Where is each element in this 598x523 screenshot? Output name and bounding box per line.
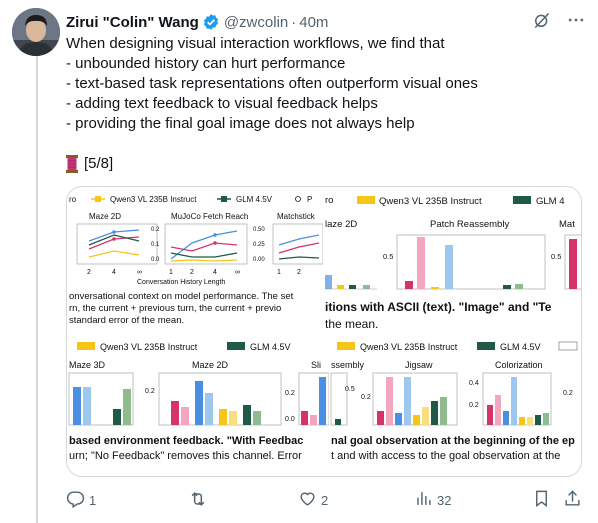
x-tick: 2 <box>87 269 91 276</box>
caption-line: nal goal observation at the beginning of… <box>331 435 575 447</box>
subplot-title: Sli <box>311 360 321 370</box>
legend-text: GLM 4.5V <box>250 342 291 352</box>
caption-line: standard error of the mean. <box>69 315 184 326</box>
caption-line: rn, the current + previous turn, the cur… <box>69 303 281 314</box>
like-button[interactable]: 2 <box>298 487 328 513</box>
action-bar: 1 2 32 <box>66 487 582 513</box>
thread-spool-icon <box>66 155 78 173</box>
subplot-title: Jigsaw <box>405 360 433 370</box>
panel-goal-observation: Qwen3 VL 235B Instruct GLM 4.5V ssembly … <box>329 337 581 476</box>
thread-line <box>36 56 38 523</box>
analytics-icon <box>414 489 433 511</box>
y-tick: 0.0 <box>285 416 295 423</box>
timestamp[interactable]: 40m <box>299 14 328 31</box>
y-tick: 0.2 <box>285 390 295 397</box>
panel-environment-feedback: Qwen3 VL 235B Instruct GLM 4.5V Maze 3D … <box>67 337 330 476</box>
subplot-title: laze 2D <box>325 219 357 230</box>
x-tick: ∞ <box>137 269 142 276</box>
share-button[interactable] <box>563 487 582 513</box>
subplot-title: Colorization <box>495 360 543 370</box>
x-tick: 1 <box>277 269 281 276</box>
repost-icon <box>188 489 208 512</box>
panel-history-length: ro Qwen3 VL 235B Instruct GLM 4.5V P Maz… <box>69 195 324 326</box>
avatar[interactable] <box>12 8 60 56</box>
x-tick: 1 <box>169 269 173 276</box>
y-tick: 0.2 <box>151 227 160 233</box>
reply-count: 1 <box>89 492 97 508</box>
legend-text: GLM 4 <box>536 196 565 207</box>
author-name[interactable]: Zirui "Colin" Wang <box>66 14 199 31</box>
share-icon <box>563 489 582 511</box>
legend-text: Qwen3 VL 235B Instruct <box>360 342 458 352</box>
legend-text: Qwen3 VL 235B Instruct <box>110 195 197 204</box>
subplot-title: Mat <box>559 219 575 230</box>
y-tick: 0.2 <box>469 402 479 409</box>
caption-line: the mean. <box>325 317 378 331</box>
legend-text: P <box>307 195 312 204</box>
legend-text: GLM 4.5V <box>236 195 273 204</box>
caption-line: itions with ASCII (text). "Image" and "T… <box>325 300 552 314</box>
x-axis-label: Conversation History Length <box>137 279 225 286</box>
tweet-header: Zirui "Colin" Wang @zwcolin · 40m <box>66 11 586 33</box>
tweet-line: When designing visual interaction workfl… <box>66 35 445 52</box>
legend-text: ro <box>325 195 333 206</box>
subplot-title: Maze 2D <box>192 360 229 370</box>
x-tick: 2 <box>297 269 301 276</box>
x-tick: 4 <box>112 269 116 276</box>
subplot-title: Matchstick <box>277 212 316 221</box>
y-tick: 0.50 <box>253 227 265 233</box>
y-tick: 0.5 <box>551 252 561 261</box>
panel-ascii-text: ro Qwen3 VL 235B Instruct GLM 4 laze 2D … <box>323 187 581 335</box>
legend-text: Qwen3 VL 235B Instruct <box>379 196 482 207</box>
attached-image[interactable]: ro Qwen3 VL 235B Instruct GLM 4.5V P Maz… <box>66 186 582 477</box>
verified-badge-icon <box>202 13 220 31</box>
like-count: 2 <box>321 492 329 508</box>
y-tick: 0.5 <box>345 386 355 393</box>
y-tick: 0.2 <box>563 390 573 397</box>
legend-text: ro <box>69 195 77 204</box>
legend-text: Qwen3 VL 235B Instruct <box>100 342 198 352</box>
bookmark-icon <box>532 489 551 511</box>
subplot-title: ssembly <box>331 360 365 370</box>
caption-line: t and with access to the goal observatio… <box>331 450 560 462</box>
legend-text: GLM 4.5V <box>500 342 541 352</box>
caption-line: urn; "No Feedback" removes this channel.… <box>69 450 302 462</box>
heart-icon <box>298 489 317 511</box>
reply-button[interactable]: 1 <box>66 487 96 513</box>
reply-icon <box>66 489 85 511</box>
y-tick: 0.2 <box>361 394 371 401</box>
x-tick: 2 <box>190 269 194 276</box>
subplot-title: MuJoCo Fetch Reach <box>171 212 248 221</box>
thread-counter: [5/8] <box>84 155 114 172</box>
tweet-line: - unbounded history can hurt performance <box>66 55 346 72</box>
more-options-icon[interactable] <box>566 10 586 34</box>
y-tick: 0.1 <box>151 242 160 248</box>
view-count: 32 <box>437 492 452 508</box>
y-tick: 0.4 <box>469 380 479 387</box>
caption-line: onversational context on model performan… <box>69 291 294 302</box>
x-tick: 4 <box>213 269 217 276</box>
y-tick: 0.25 <box>253 242 265 248</box>
tweet-line: - adding text feedback to visual feedbac… <box>66 95 378 112</box>
tweet-body: When designing visual interaction workfl… <box>66 34 586 174</box>
caption-line: based environment feedback. "With Feedba… <box>69 435 303 447</box>
views-button[interactable]: 32 <box>414 487 451 513</box>
y-tick: 0.2 <box>145 388 155 395</box>
y-tick: 0.5 <box>383 252 393 261</box>
subplot-title: Maze 2D <box>89 212 121 221</box>
subplot-title: Maze 3D <box>69 360 106 370</box>
tweet-line: - text-based task representations often … <box>66 75 478 92</box>
x-tick: ∞ <box>235 269 240 276</box>
separator-dot: · <box>291 13 297 31</box>
y-tick: 0.00 <box>253 257 265 263</box>
repost-button[interactable] <box>188 487 212 513</box>
grok-icon[interactable] <box>532 10 552 34</box>
tweet-line: - providing the final goal image does no… <box>66 115 415 132</box>
subplot-title: Patch Reassembly <box>430 219 509 230</box>
y-tick: 0.0 <box>151 257 160 263</box>
author-handle[interactable]: @zwcolin <box>224 14 288 31</box>
bookmark-button[interactable] <box>532 487 551 513</box>
